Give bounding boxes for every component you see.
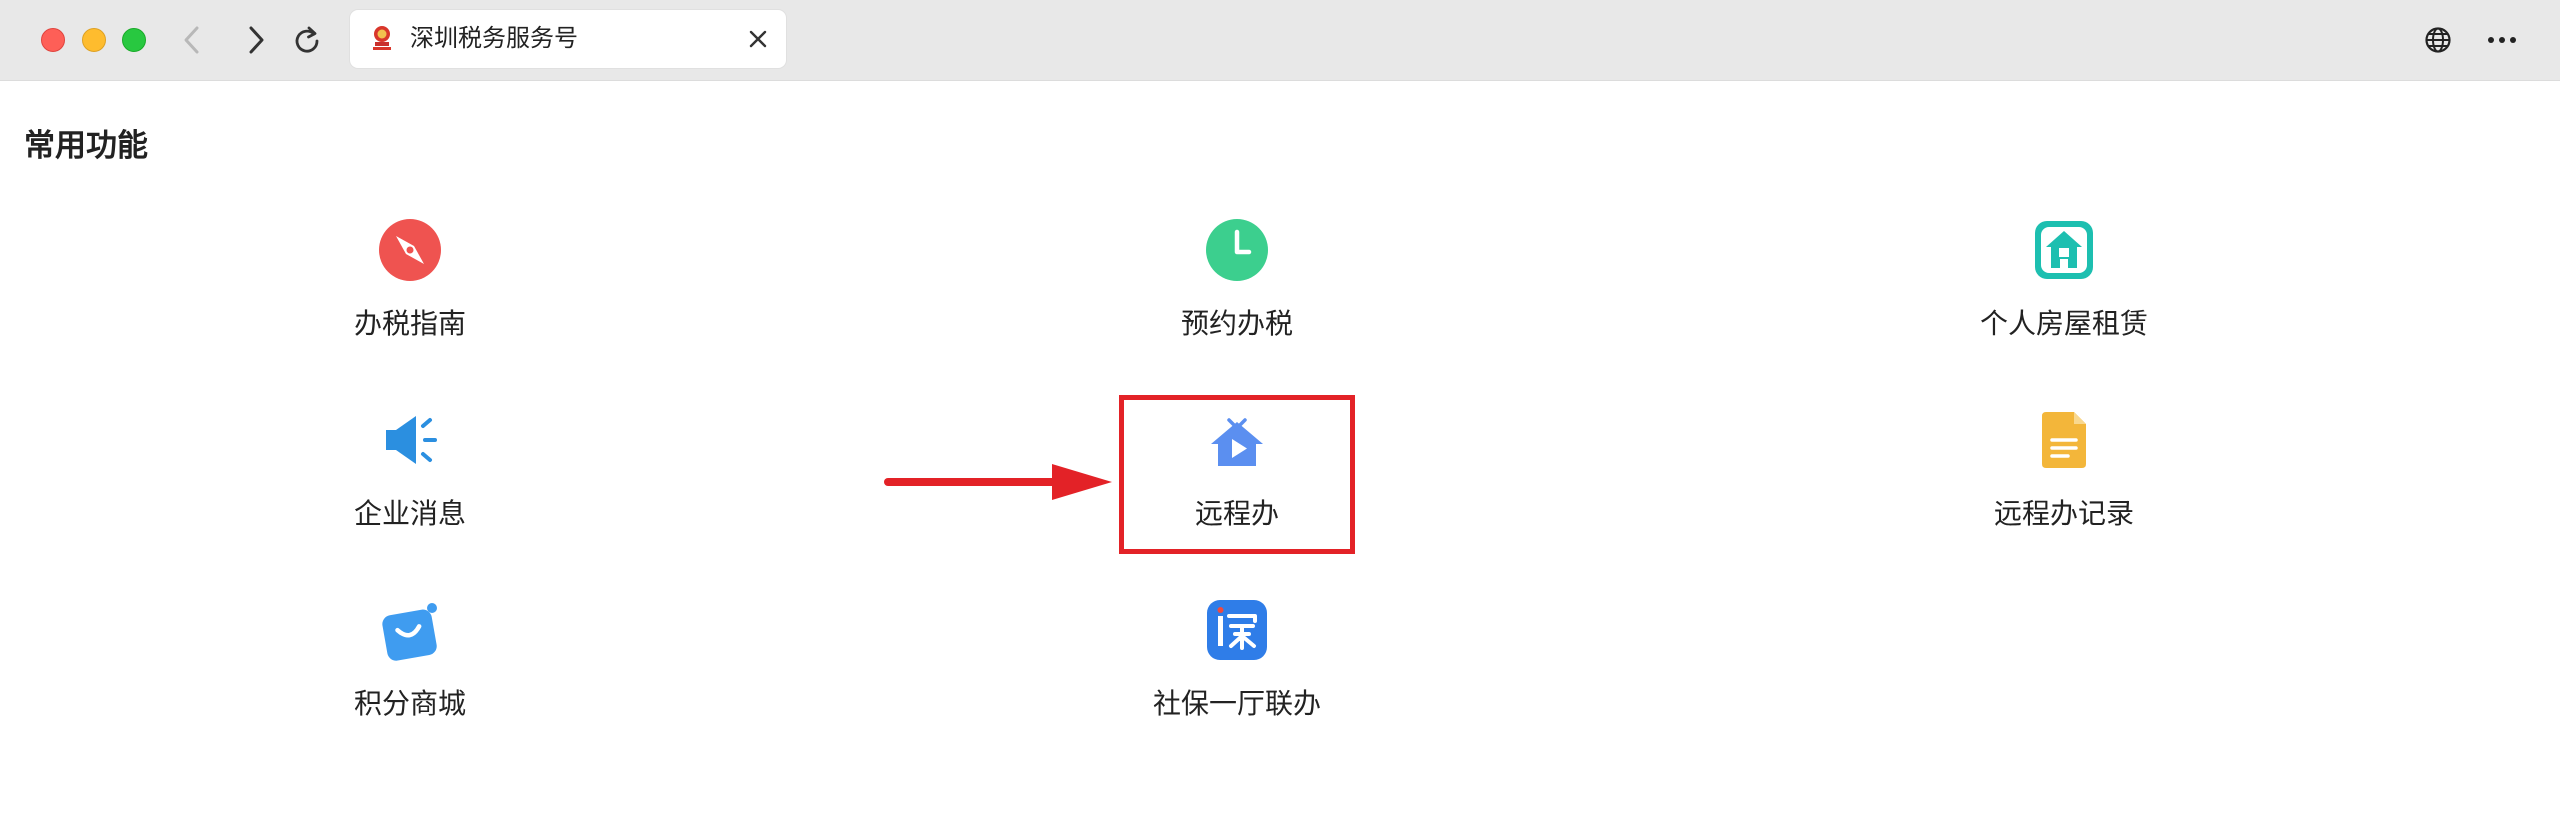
red-arrow-icon [884, 464, 1112, 500]
browser-tab[interactable]: 深圳税务服务号 [350, 10, 786, 68]
function-item-label: 远程办记录 [1993, 498, 2134, 529]
globe-icon [2425, 27, 2451, 53]
chevron-right-icon [249, 26, 264, 54]
forward-button[interactable] [236, 20, 276, 60]
compass-icon [379, 219, 441, 281]
function-item-social-security[interactable]: 社保一厅联办 [1077, 598, 1397, 748]
function-item-label: 社保一厅联办 [1152, 688, 1321, 719]
close-icon[interactable] [746, 27, 770, 51]
function-item-label: 办税指南 [353, 308, 466, 339]
function-item-tax-guide[interactable]: 办税指南 [250, 218, 570, 368]
house-rent-icon [2035, 221, 2093, 279]
clock-icon [1206, 219, 1268, 281]
function-item-label: 积分商城 [353, 688, 466, 719]
more-icon [2488, 37, 2516, 43]
function-item-remote-records[interactable]: 远程办记录 [1904, 408, 2224, 558]
window-close-button[interactable] [41, 28, 65, 52]
function-item-house-rental[interactable]: 个人房屋租赁 [1904, 218, 2224, 368]
function-item-appointment[interactable]: 预约办税 [1077, 218, 1397, 368]
reload-icon [295, 26, 319, 53]
document-icon [2042, 412, 2086, 468]
back-button[interactable] [172, 20, 212, 60]
function-item-label: 预约办税 [1180, 308, 1293, 339]
tab-title: 深圳税务服务号 [410, 25, 578, 52]
more-button[interactable] [2484, 22, 2520, 58]
function-item-label: 企业消息 [353, 498, 466, 529]
browser-titlebar: 深圳税务服务号 [0, 0, 2560, 81]
window-zoom-button[interactable] [122, 28, 146, 52]
megaphone-icon [386, 416, 437, 464]
function-item-points-mall[interactable]: 积分商城 [250, 598, 570, 748]
shopping-bag-icon [382, 603, 437, 661]
reload-button[interactable] [287, 20, 327, 60]
highlight-box [1119, 395, 1355, 554]
window-minimize-button[interactable] [82, 28, 106, 52]
chevron-left-icon [184, 26, 199, 54]
function-item-label: 个人房屋租赁 [1979, 308, 2148, 339]
shenzhen-app-icon [1207, 600, 1267, 660]
language-button[interactable] [2420, 22, 2456, 58]
tax-bureau-logo-icon [373, 26, 391, 50]
section-title: 常用功能 [24, 128, 148, 163]
function-item-enterprise-messages[interactable]: 企业消息 [250, 408, 570, 558]
